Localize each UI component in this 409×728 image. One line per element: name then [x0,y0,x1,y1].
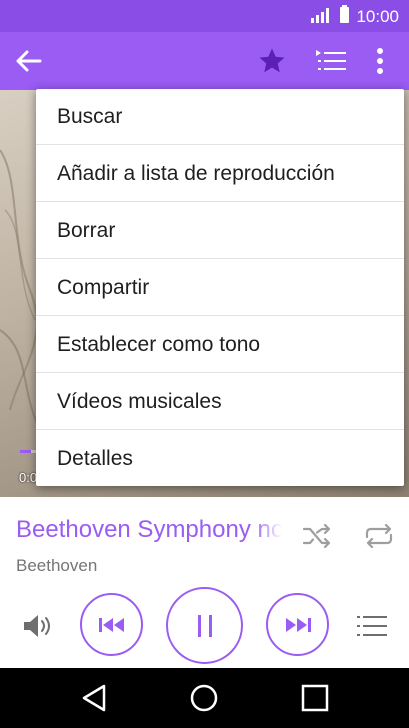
seek-bar-progress [20,450,32,453]
previous-button[interactable] [80,593,143,656]
menu-item-delete[interactable]: Borrar [36,203,404,259]
pause-icon [197,614,212,637]
queue-button[interactable] [312,45,350,77]
playlist-button[interactable] [352,608,392,644]
triangle-back-icon [82,684,106,712]
shuffle-icon [302,523,331,549]
square-recents-icon [301,684,329,712]
navigation-bar [0,668,409,728]
repeat-icon [365,523,393,549]
volume-button[interactable] [18,606,58,646]
song-title: Beethoven Symphony no [16,516,282,548]
status-time: 10:00 [356,7,399,26]
status-bar: 10:00 [0,0,409,32]
more-vertical-icon [377,48,383,74]
overflow-menu: Buscar Añadir a lista de reproducción Bo… [36,89,404,486]
more-options-button[interactable] [366,44,394,78]
play-pause-button[interactable] [166,587,243,664]
favorite-button[interactable] [254,44,290,78]
menu-item-music-videos[interactable]: Vídeos musicales [36,374,404,430]
arrow-left-icon [16,50,42,72]
song-artist: Beethoven [16,556,98,575]
skip-previous-icon [98,617,124,632]
menu-item-details[interactable]: Detalles [36,431,404,487]
elapsed-time: 0:0 [19,470,38,485]
queue-list-icon [316,50,346,70]
repeat-button[interactable] [361,520,397,552]
playlist-icon [357,616,387,636]
nav-home-button[interactable] [186,680,222,716]
app-bar [0,32,409,90]
circle-home-icon [190,684,218,712]
menu-item-share[interactable]: Compartir [36,260,404,316]
nav-recents-button[interactable] [297,680,333,716]
menu-item-add-to-playlist[interactable]: Añadir a lista de reproducción [36,146,404,202]
skip-next-icon [285,617,311,632]
next-button[interactable] [266,593,329,656]
battery-icon [340,5,349,23]
menu-item-search[interactable]: Buscar [36,89,404,145]
volume-icon [24,615,50,637]
shuffle-button[interactable] [299,520,335,552]
nav-back-button[interactable] [76,680,112,716]
back-button[interactable] [10,45,46,77]
menu-item-set-as-ringtone[interactable]: Establecer como tono [36,317,404,373]
star-icon [259,48,285,73]
signal-icon [311,8,329,28]
